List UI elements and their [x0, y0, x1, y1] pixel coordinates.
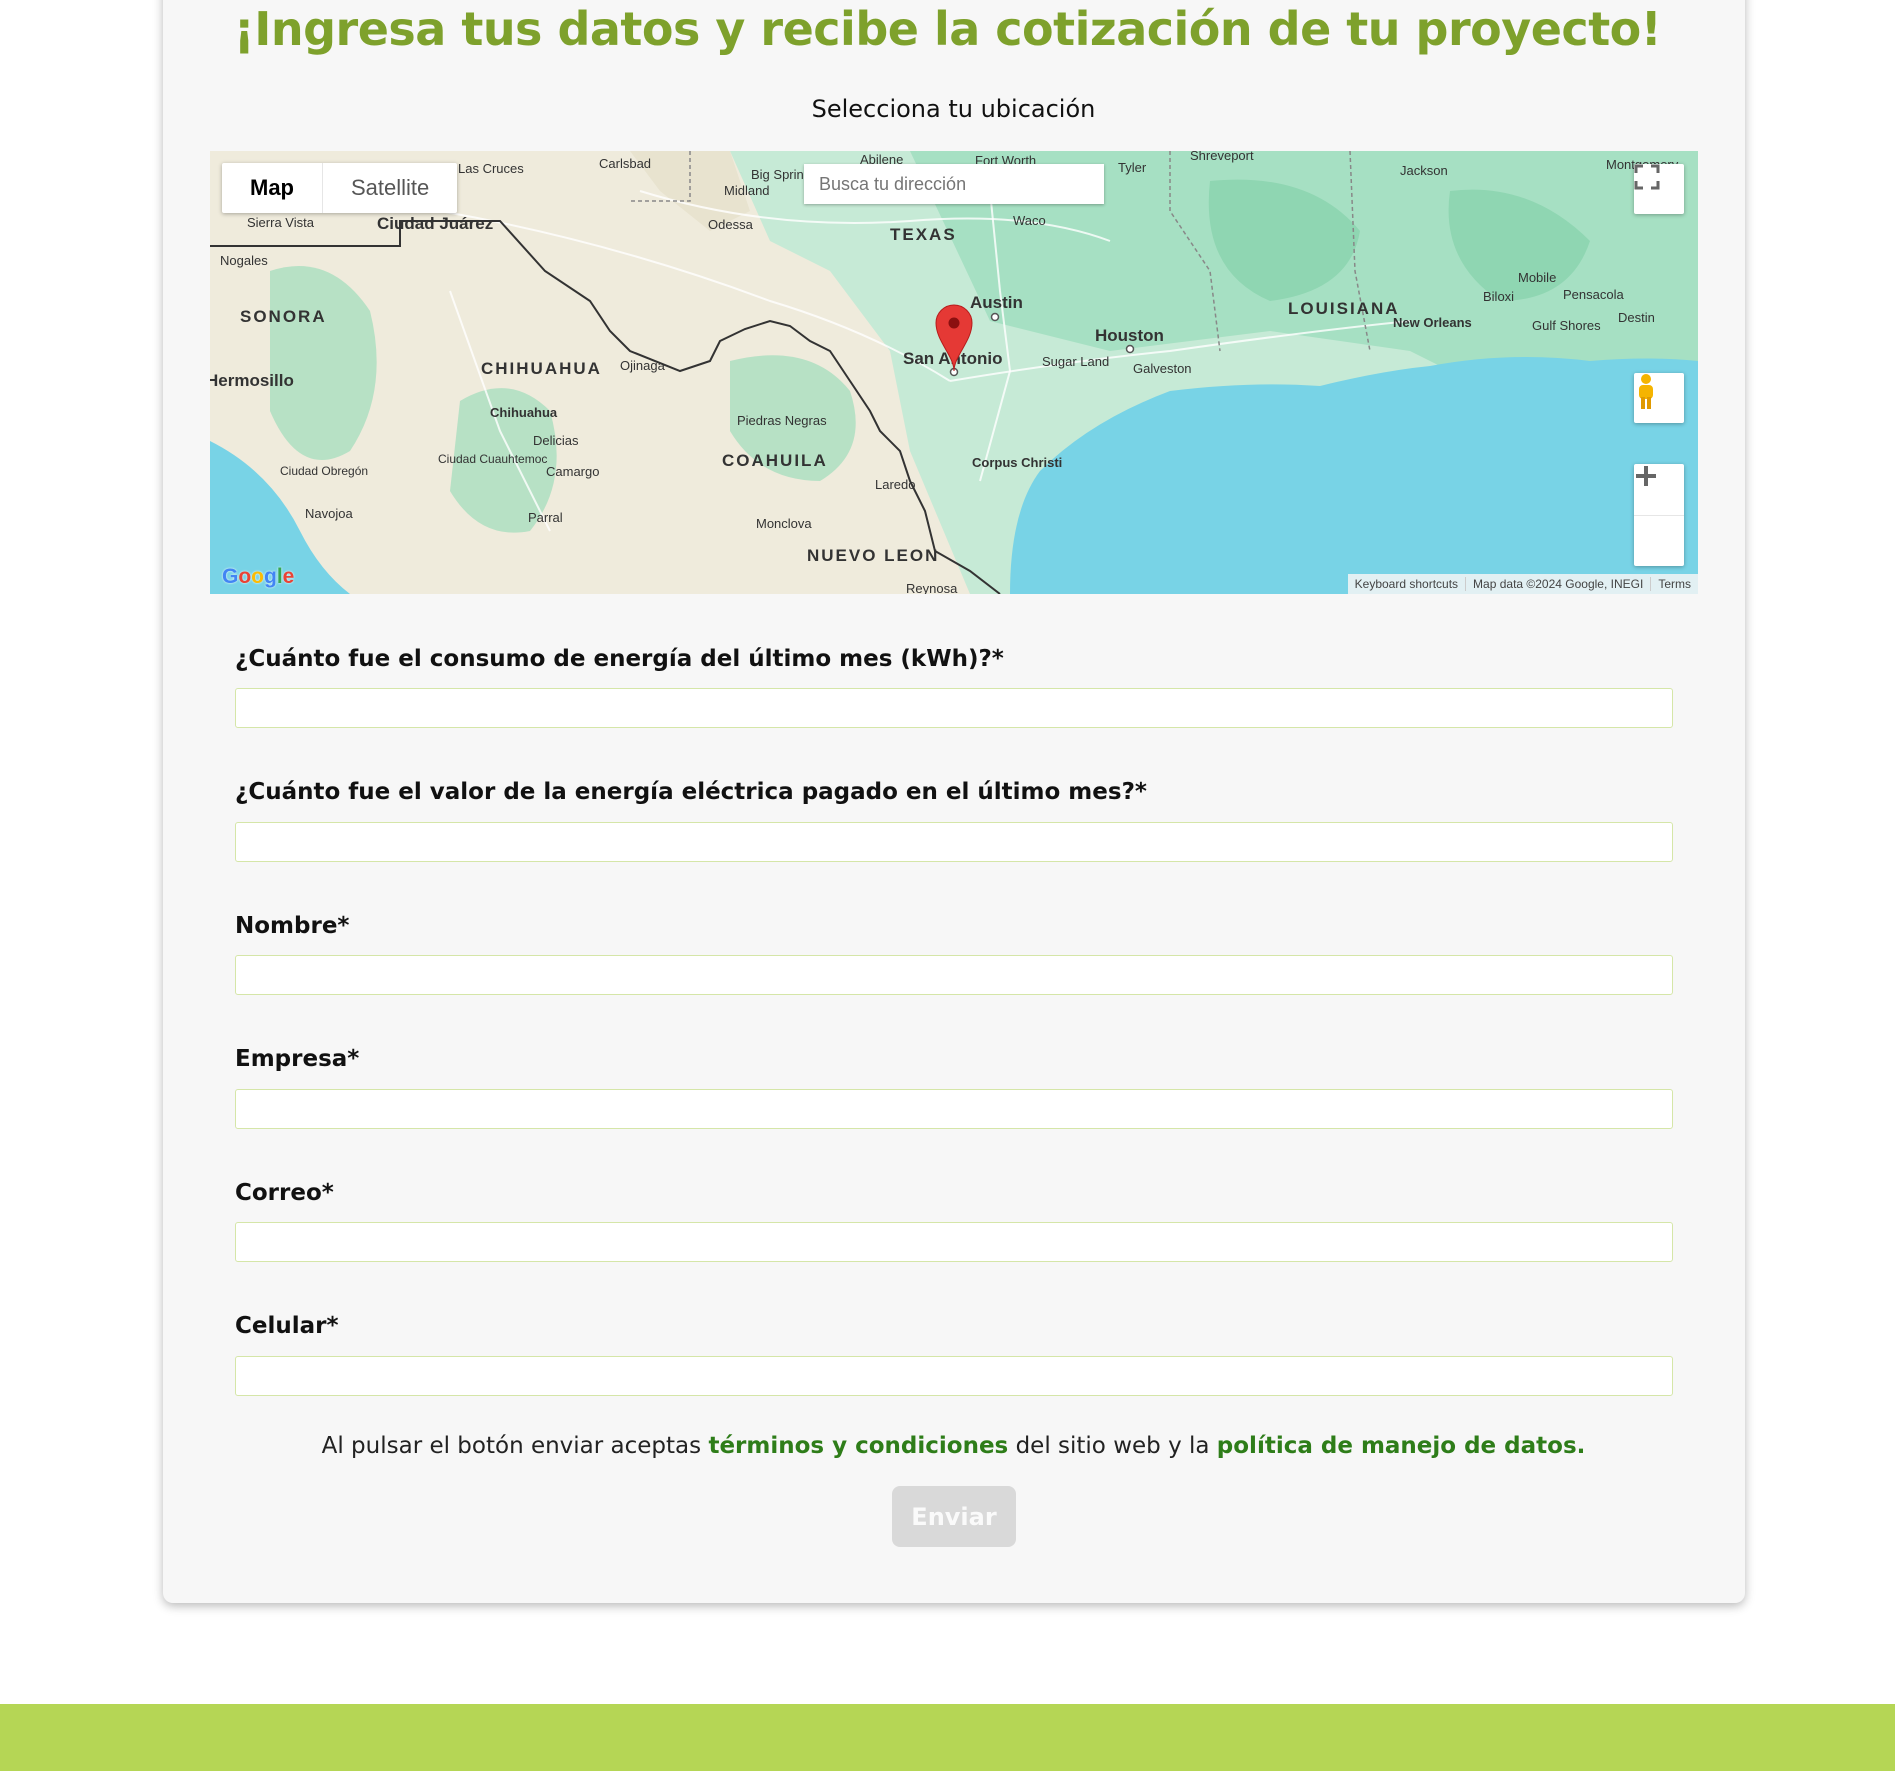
map-label-reynosa: Reynosa [906, 581, 958, 594]
terms-middle-text: del sitio web y la [1008, 1433, 1217, 1459]
email-label: Correo* [235, 1180, 334, 1206]
map-section-title: Selecciona tu ubicación [811, 95, 1096, 123]
fullscreen-icon [1634, 164, 1660, 190]
zoom-out-button[interactable] [1634, 474, 1684, 566]
map-label-obregon: Ciudad Obregón [280, 464, 368, 478]
map-label-sierra-vista: Sierra Vista [247, 215, 315, 230]
address-search-input[interactable] [804, 164, 1104, 204]
location-map[interactable]: TEXAS LOUISIANA SONORA CHIHUAHUA COAHUIL… [210, 151, 1698, 594]
map-label-piedras-negras: Piedras Negras [737, 413, 827, 428]
fullscreen-button[interactable] [1634, 164, 1684, 214]
name-input[interactable] [235, 955, 1673, 995]
map-label-ojinaga: Ojinaga [620, 358, 666, 373]
map-label-midland: Midland [724, 183, 770, 198]
zoom-control [1634, 464, 1684, 566]
email-input[interactable] [235, 1222, 1673, 1262]
map-label-shreveport: Shreveport [1190, 151, 1254, 163]
map-label-houston: Houston [1095, 326, 1164, 345]
name-label: Nombre* [235, 913, 350, 939]
map-label-parral: Parral [528, 510, 563, 525]
map-canvas[interactable]: TEXAS LOUISIANA SONORA CHIHUAHUA COAHUIL… [210, 151, 1698, 594]
map-label-waco: Waco [1013, 213, 1046, 228]
map-label-gulf-shores: Gulf Shores [1532, 318, 1601, 333]
map-label-jackson: Jackson [1400, 163, 1448, 178]
map-label-big-spring: Big Spring [751, 167, 811, 182]
company-input[interactable] [235, 1089, 1673, 1129]
energy-cost-label: ¿Cuánto fue el valor de la energía eléct… [235, 779, 1147, 805]
pegman-icon [1639, 374, 1653, 409]
map-label-new-orleans: New Orleans [1393, 315, 1472, 330]
map-label-chihuahua-city: Chihuahua [490, 405, 558, 420]
map-attribution: Keyboard shortcuts Map data ©2024 Google… [1347, 574, 1698, 594]
map-label-mobile: Mobile [1518, 270, 1556, 285]
map-label-nogales: Nogales [220, 253, 268, 268]
map-type-control: Map Satellite [222, 163, 458, 213]
map-label-las-cruces: Las Cruces [458, 161, 524, 176]
map-label-tyler: Tyler [1118, 160, 1147, 175]
map-label-chihuahua-state: CHIHUAHUA [481, 359, 602, 378]
map-label-carlsbad: Carlsbad [599, 156, 651, 171]
map-label-pensacola: Pensacola [1563, 287, 1624, 302]
map-label-hermosillo: Hermosillo [210, 371, 294, 390]
map-label-louisiana: LOUISIANA [1288, 299, 1400, 318]
phone-input[interactable] [235, 1356, 1673, 1396]
map-label-cuauhtemoc: Ciudad Cuauhtemoc [438, 452, 547, 466]
map-label-galveston: Galveston [1133, 361, 1192, 376]
map-label-camargo: Camargo [546, 464, 599, 479]
map-label-laredo: Laredo [875, 477, 915, 492]
map-data-text: Map data ©2024 Google, INEGI [1465, 577, 1650, 591]
map-label-delicias: Delicias [533, 433, 579, 448]
phone-label: Celular* [235, 1313, 339, 1339]
street-view-button[interactable] [1634, 373, 1684, 423]
company-label: Empresa* [235, 1046, 360, 1072]
map-label-ciudad-juarez: Ciudad Juárez [377, 214, 493, 233]
map-terms-link[interactable]: Terms [1650, 577, 1698, 591]
privacy-policy-link[interactable]: política de manejo de datos. [1217, 1433, 1586, 1459]
map-label-austin: Austin [970, 293, 1023, 312]
terms-notice: Al pulsar el botón enviar aceptas términ… [0, 1433, 1895, 1459]
map-label-odessa: Odessa [708, 217, 754, 232]
map-label-destin: Destin [1618, 310, 1655, 325]
google-logo: Google [222, 565, 295, 588]
map-label-corpus-christi: Corpus Christi [972, 455, 1062, 470]
map-label-sonora: SONORA [240, 307, 327, 326]
map-type-map-button[interactable]: Map [222, 163, 322, 213]
keyboard-shortcuts-link[interactable]: Keyboard shortcuts [1348, 577, 1465, 591]
energy-consumption-label: ¿Cuánto fue el consumo de energía del úl… [235, 646, 1004, 672]
submit-button[interactable]: Enviar [892, 1486, 1016, 1547]
energy-cost-input[interactable] [235, 822, 1673, 862]
terms-prefix-text: Al pulsar el botón enviar aceptas [321, 1433, 709, 1459]
map-label-navojoa: Navojoa [305, 506, 353, 521]
footer-bar [0, 1704, 1895, 1771]
minus-icon [1636, 474, 1656, 478]
page-title: ¡Ingresa tus datos y recibe la cotizació… [233, 2, 1662, 56]
map-label-biloxi: Biloxi [1483, 289, 1514, 304]
map-label-monclova: Monclova [756, 516, 812, 531]
map-label-nuevo-leon: NUEVO LEON [807, 546, 939, 565]
terms-conditions-link[interactable]: términos y condiciones [708, 1433, 1008, 1459]
map-label-texas: TEXAS [890, 225, 957, 244]
map-label-coahuila: COAHUILA [722, 451, 828, 470]
map-type-satellite-button[interactable]: Satellite [322, 163, 457, 213]
map-label-sugar-land: Sugar Land [1042, 354, 1109, 369]
energy-consumption-input[interactable] [235, 688, 1673, 728]
